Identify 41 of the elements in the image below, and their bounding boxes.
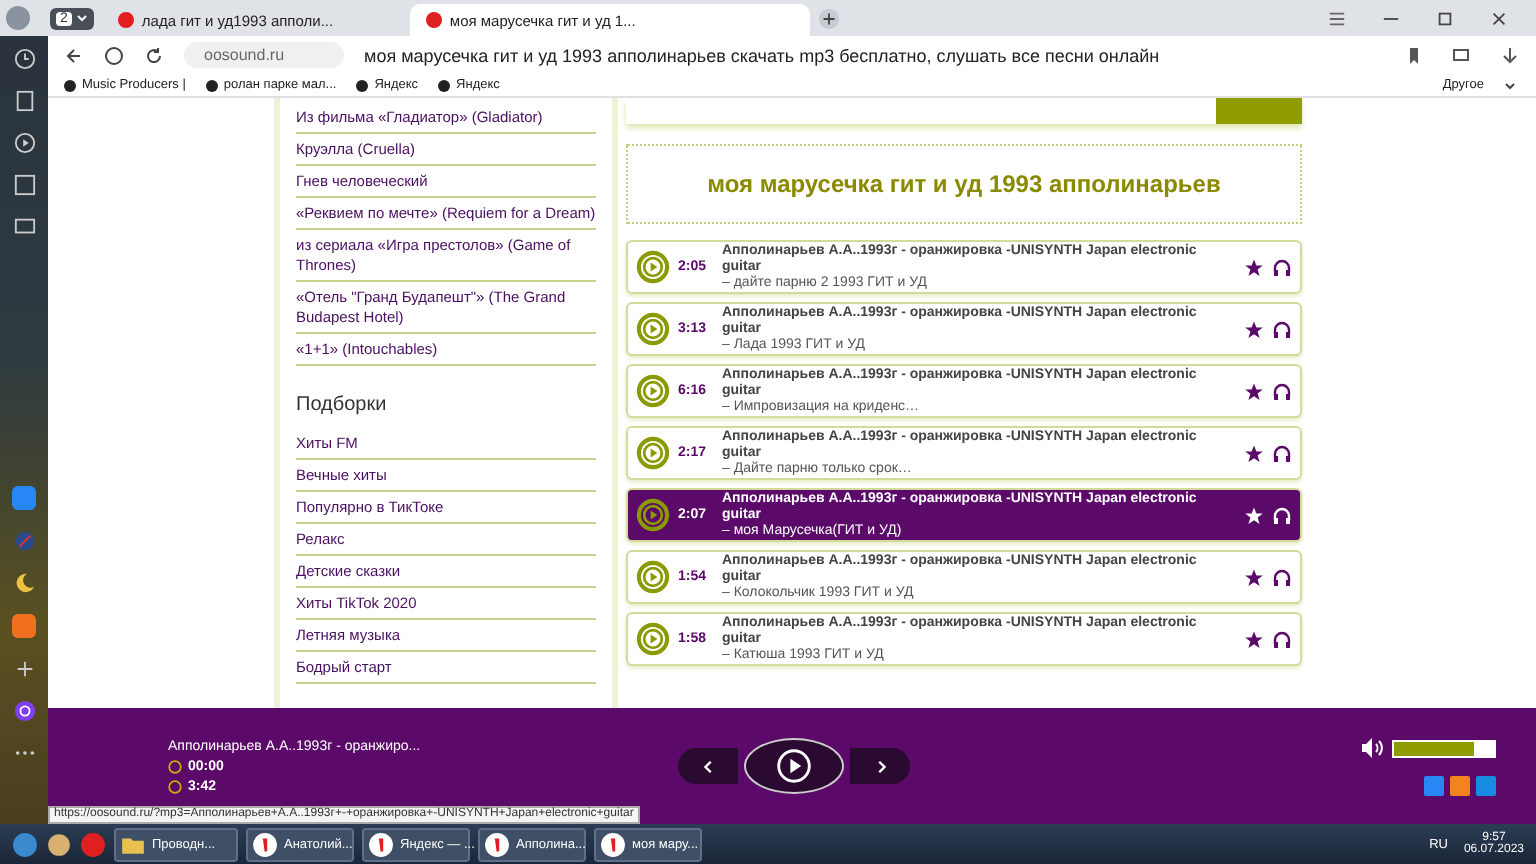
close-icon[interactable]	[1490, 9, 1508, 27]
plus-icon[interactable]	[13, 658, 35, 680]
notes-icon[interactable]	[13, 90, 35, 112]
star-icon[interactable]	[1244, 381, 1264, 401]
chevron-right-icon[interactable]	[873, 759, 887, 773]
restore-icon[interactable]	[1436, 9, 1454, 27]
screen-icon[interactable]	[13, 216, 35, 238]
headphones-icon[interactable]	[1272, 505, 1292, 525]
star-icon[interactable]	[1244, 319, 1264, 339]
headphones-icon[interactable]	[1272, 257, 1292, 277]
assistant-icon[interactable]	[13, 700, 35, 722]
speaker-icon[interactable]	[1360, 736, 1384, 760]
chevron-down-icon[interactable]	[1504, 79, 1516, 91]
plus-icon[interactable]	[817, 7, 840, 29]
volume-slider[interactable]	[1392, 739, 1496, 757]
star-icon[interactable]	[1244, 257, 1264, 277]
star-icon[interactable]	[1244, 629, 1264, 649]
chevron-left-icon[interactable]	[701, 759, 715, 773]
clock-icon[interactable]	[13, 48, 35, 70]
play-button[interactable]	[744, 738, 844, 794]
app-icon[interactable]	[12, 486, 36, 510]
star-icon[interactable]	[1244, 567, 1264, 587]
star-icon[interactable]	[1244, 443, 1264, 463]
address-field[interactable]: oosound.ru	[184, 42, 345, 68]
headphones-icon[interactable]	[1272, 629, 1292, 649]
star-icon[interactable]	[1244, 505, 1264, 525]
page-title: моя марусечка гит и уд 1993 апполинарьев скачать mp3 бесплатно, слушать все песни онлайн	[364, 45, 1160, 65]
play-icon[interactable]	[13, 132, 35, 154]
reload-icon[interactable]	[144, 45, 164, 65]
download-icon[interactable]	[1500, 45, 1520, 65]
moon-icon[interactable]	[13, 572, 35, 594]
bookmark-icon[interactable]	[1404, 45, 1424, 65]
headphones-icon[interactable]	[1272, 319, 1292, 339]
back-icon[interactable]	[64, 45, 84, 65]
headphones-icon[interactable]	[1272, 381, 1292, 401]
menu-icon[interactable]	[1328, 9, 1346, 27]
search-bar[interactable]	[626, 98, 1302, 124]
headphones-icon[interactable]	[1272, 567, 1292, 587]
page-heading: моя марусечка гит и уд 1993 апполинарьев	[707, 170, 1221, 198]
headphones-icon[interactable]	[1272, 443, 1292, 463]
section-heading: Подборки	[296, 394, 389, 416]
